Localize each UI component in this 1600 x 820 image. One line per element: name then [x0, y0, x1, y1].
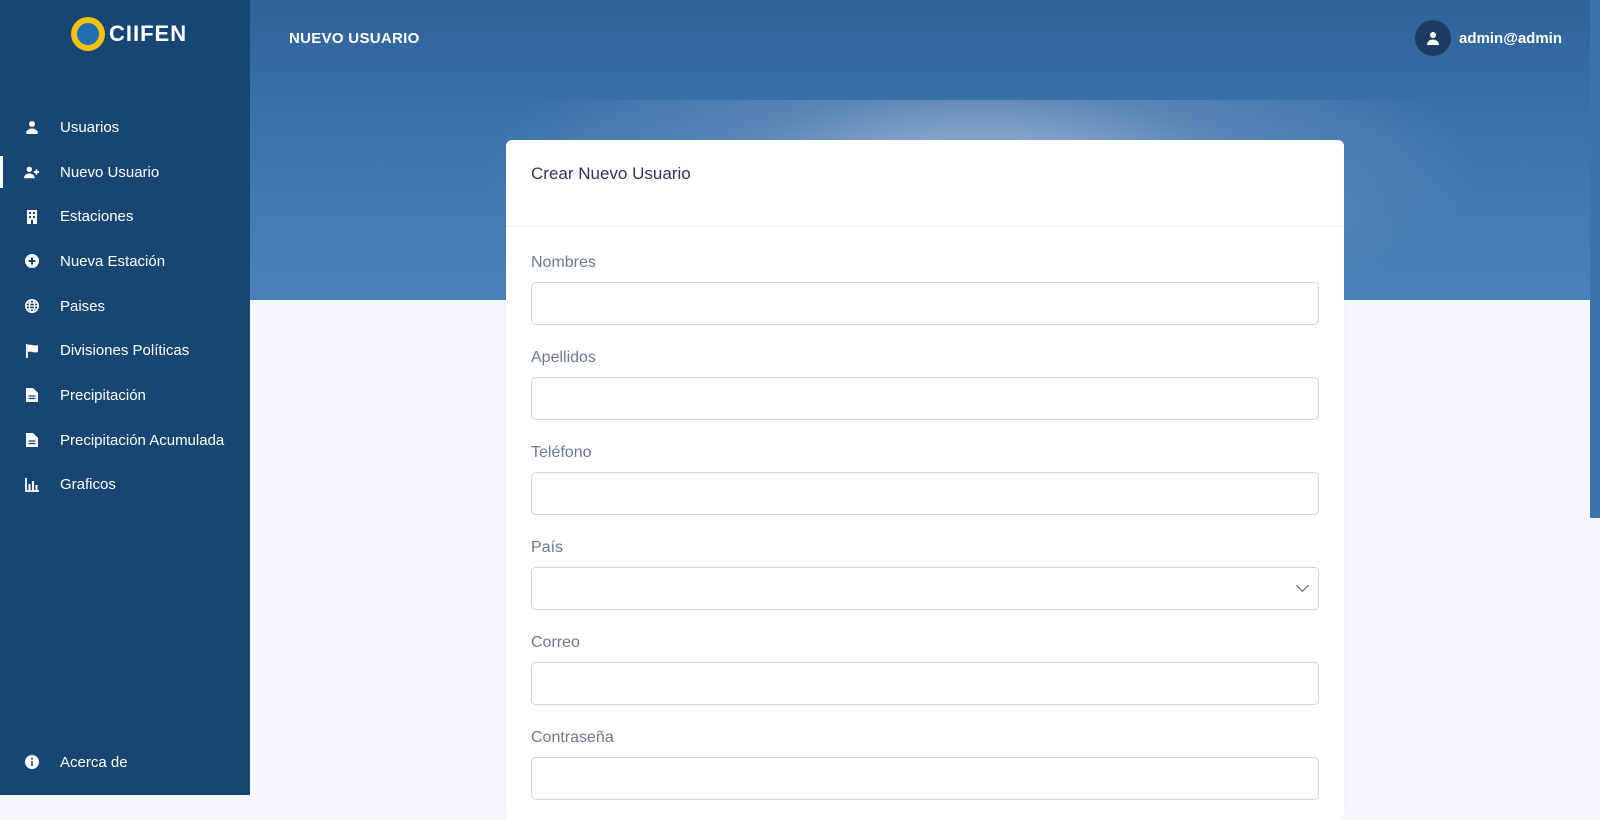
telefono-input[interactable] [531, 472, 1319, 515]
globe-icon [24, 298, 40, 314]
scrollbar-track[interactable] [1590, 518, 1600, 795]
sidebar-item-label: Acerca de [60, 753, 128, 771]
field-nombres: Nombres [531, 254, 1319, 325]
field-contrasena: Contraseña [531, 729, 1319, 800]
file-icon [24, 432, 40, 448]
sidebar-item-label: Precipitación Acumulada [60, 431, 225, 449]
building-icon [24, 209, 40, 225]
sidebar-item-label: Precipitación [60, 386, 146, 404]
user-plus-icon [24, 164, 40, 180]
sidebar-item-label: Nueva Estación [60, 252, 166, 270]
user-icon [1427, 32, 1440, 45]
user-menu[interactable]: admin@admin [1415, 20, 1562, 56]
page-title: NUEVO USUARIO [289, 30, 420, 47]
plus-circle-icon [24, 253, 40, 269]
create-user-form: Nombres Apellidos Teléfono País Correo C… [506, 227, 1344, 800]
sidebar-item-nuevo-usuario[interactable]: Nuevo Usuario [0, 150, 250, 195]
field-pais: País [531, 539, 1319, 610]
flag-icon [24, 343, 40, 359]
field-label: Teléfono [531, 444, 592, 461]
file-icon [24, 387, 40, 403]
apellidos-input[interactable] [531, 377, 1319, 420]
pais-select-wrapper [531, 567, 1319, 610]
sidebar: CIIFEN Usuarios Nuevo Usuario Estaciones… [0, 0, 250, 795]
logo-icon [71, 17, 105, 51]
sidebar-item-label: Usuarios [60, 118, 120, 136]
sidebar-item-usuarios[interactable]: Usuarios [0, 105, 250, 150]
field-label: Apellidos [531, 349, 596, 366]
info-icon [24, 754, 40, 770]
nombres-input[interactable] [531, 282, 1319, 325]
sidebar-item-divisiones-politicas[interactable]: Divisiones Políticas [0, 328, 250, 373]
sidebar-item-label: Paises [60, 297, 106, 315]
field-label: Contraseña [531, 729, 614, 746]
contrasena-input[interactable] [531, 757, 1319, 800]
sidebar-item-graficos[interactable]: Graficos [0, 463, 250, 508]
field-telefono: Teléfono [531, 444, 1319, 515]
sidebar-nav: Usuarios Nuevo Usuario Estaciones Nueva … [0, 105, 250, 507]
field-apellidos: Apellidos [531, 349, 1319, 420]
field-correo: Correo [531, 634, 1319, 705]
card-title: Crear Nuevo Usuario [531, 164, 691, 183]
sidebar-item-precipitacion-acumulada[interactable]: Precipitación Acumulada [0, 418, 250, 463]
sidebar-item-label: Graficos [60, 476, 116, 494]
correo-input[interactable] [531, 662, 1319, 705]
create-user-card: Crear Nuevo Usuario Nombres Apellidos Te… [506, 140, 1344, 820]
chart-bar-icon [24, 477, 40, 493]
ciifen-logo[interactable]: CIIFEN [71, 17, 187, 51]
sidebar-item-label: Estaciones [60, 208, 134, 226]
field-label: País [531, 539, 564, 556]
scrollbar-thumb[interactable] [1590, 0, 1600, 518]
sidebar-item-label: Nuevo Usuario [60, 163, 160, 181]
user-name: admin@admin [1459, 29, 1562, 47]
card-header: Crear Nuevo Usuario [506, 140, 1344, 227]
pais-select[interactable] [531, 567, 1319, 610]
user-icon [24, 119, 40, 135]
sidebar-item-precipitacion[interactable]: Precipitación [0, 373, 250, 418]
field-label: Correo [531, 634, 580, 651]
sidebar-item-label: Divisiones Políticas [60, 342, 190, 360]
sidebar-item-paises[interactable]: Paises [0, 284, 250, 329]
sidebar-item-estaciones[interactable]: Estaciones [0, 194, 250, 239]
sidebar-footer: Acerca de [0, 740, 250, 785]
avatar [1415, 20, 1452, 56]
logo-text: CIIFEN [109, 21, 188, 46]
sidebar-item-acerca-de[interactable]: Acerca de [0, 740, 250, 785]
sidebar-item-nueva-estacion[interactable]: Nueva Estación [0, 239, 250, 284]
field-label: Nombres [531, 254, 596, 271]
